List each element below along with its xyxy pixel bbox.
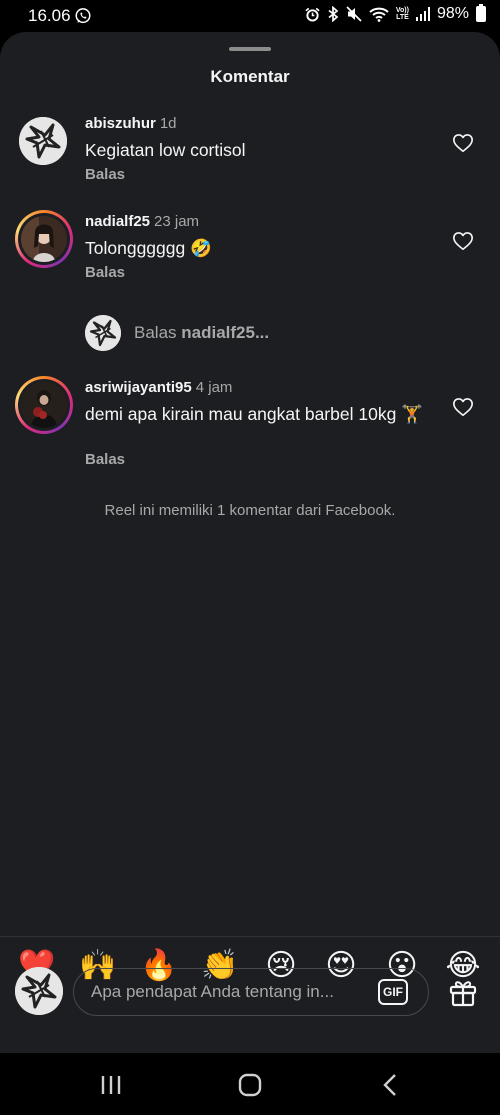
comment-time: 4 jam (195, 379, 233, 396)
reply-prompt[interactable]: Balas nadialf25... (85, 314, 269, 352)
home-icon[interactable] (236, 1071, 264, 1099)
avatar-logo-icon (19, 117, 67, 165)
avatar[interactable] (19, 117, 67, 165)
comment-username[interactable]: abiszuhur (85, 115, 156, 132)
avatar (21, 216, 67, 262)
status-time: 16.06 (28, 6, 71, 25)
comment-time: 1d (159, 115, 177, 132)
whatsapp-icon (75, 8, 91, 24)
avatar (21, 382, 67, 428)
reply-button[interactable]: Balas (85, 451, 125, 468)
reply-prompt-label: Balas nadialf25... (134, 323, 269, 343)
comment-header: asriwijayanti95 4 jam (85, 379, 232, 396)
gif-button[interactable]: GIF (378, 979, 408, 1005)
reply-button[interactable]: Balas (85, 166, 125, 183)
status-icons: Vo)) LTE 98% (305, 4, 486, 23)
comment-time: 23 jam (154, 213, 200, 230)
alarm-icon (305, 7, 320, 22)
heart-icon[interactable] (452, 132, 474, 154)
facebook-comments-note[interactable]: Reel ini memiliki 1 komentar dari Facebo… (0, 502, 500, 519)
heart-icon[interactable] (452, 396, 474, 418)
reply-button[interactable]: Balas (85, 264, 125, 281)
story-ring-avatar[interactable] (15, 210, 73, 268)
battery-percent: 98% (436, 5, 469, 22)
back-icon[interactable] (377, 1071, 405, 1099)
heart-icon[interactable] (452, 230, 474, 252)
battery-icon (476, 4, 486, 22)
volte-bottom: LTE (396, 14, 409, 21)
volte-indicator: Vo)) LTE (396, 7, 409, 21)
comments-sheet: Komentar abiszuhur 1d Kegiatan low cortis… (0, 32, 500, 1053)
volte-top: Vo)) (395, 7, 409, 14)
recent-apps-icon[interactable] (97, 1071, 125, 1099)
comment-header: abiszuhur 1d (85, 115, 177, 132)
comment-header: nadialf25 23 jam (85, 213, 199, 230)
mute-icon (346, 6, 362, 22)
avatar-logo-icon (85, 315, 121, 351)
wifi-icon (369, 7, 389, 22)
reply-prompt-user: nadialf25... (181, 323, 270, 342)
comment-input[interactable] (91, 979, 371, 1005)
composer-avatar (15, 967, 63, 1015)
comment-text: demi apa kirain mau angkat barbel 10kg 🏋… (85, 404, 423, 424)
drag-handle[interactable] (229, 47, 271, 51)
bluetooth-icon (328, 6, 339, 22)
gift-icon[interactable] (447, 976, 479, 1008)
avatar (85, 315, 121, 351)
system-nav-bar (0, 1053, 500, 1115)
comment-text: Kegiatan low cortisol (85, 140, 246, 160)
signal-icon (415, 7, 430, 21)
avatar-logo-icon (15, 967, 63, 1015)
status-bar: 16.06 Vo)) LTE 98% (0, 0, 500, 32)
comment-text: Tolongggggg 🤣 (85, 238, 212, 258)
story-ring-avatar[interactable] (15, 376, 73, 434)
avatar-photo (21, 216, 67, 262)
avatar-photo (21, 382, 67, 428)
reply-prompt-prefix: Balas (134, 323, 177, 342)
divider (0, 936, 500, 937)
comment-username[interactable]: asriwijayanti95 (85, 379, 192, 396)
sheet-title: Komentar (210, 67, 290, 86)
comment-username[interactable]: nadialf25 (85, 213, 150, 230)
comment-composer[interactable]: GIF (73, 968, 429, 1016)
